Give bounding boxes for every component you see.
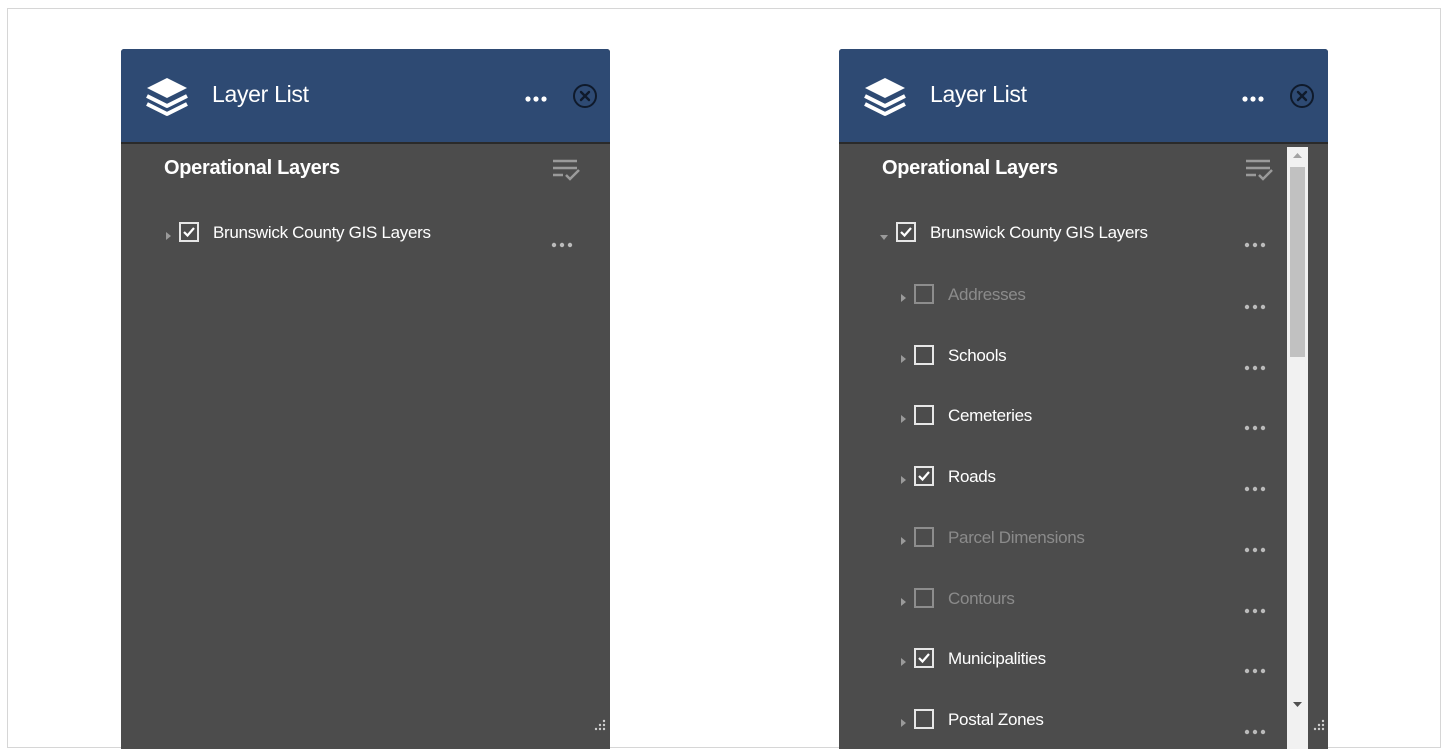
operational-layers-heading: Operational Layers: [164, 157, 340, 179]
vertical-scrollbar[interactable]: [1287, 147, 1308, 749]
layer-checkbox[interactable]: [896, 222, 916, 242]
resize-grip-icon[interactable]: [1311, 719, 1325, 733]
expand-arrow-icon[interactable]: [900, 594, 908, 606]
scroll-down-arrow-icon[interactable]: [1287, 695, 1308, 713]
filter-list-icon[interactable]: [551, 157, 581, 183]
more-options-icon[interactable]: [523, 91, 549, 102]
layers-icon: [143, 76, 191, 118]
sublayer-row[interactable]: Parcel Dimensions: [839, 520, 1328, 560]
sublayer-more-icon[interactable]: [1243, 298, 1267, 310]
sublayer-checkbox[interactable]: [914, 345, 934, 365]
sublayer-more-icon[interactable]: [1243, 602, 1267, 614]
expand-arrow-icon[interactable]: [900, 654, 908, 666]
resize-grip-icon[interactable]: [592, 719, 606, 733]
panel-header: Layer List: [121, 49, 610, 144]
operational-layers-heading: Operational Layers: [882, 157, 1058, 179]
expand-arrow-icon[interactable]: [900, 472, 908, 484]
sublayer-label[interactable]: Municipalities: [948, 649, 1046, 669]
sublayer-label[interactable]: Postal Zones: [948, 710, 1044, 730]
sublayer-more-icon[interactable]: [1243, 662, 1267, 674]
layers-icon: [861, 76, 909, 118]
expand-arrow-icon[interactable]: [165, 228, 173, 240]
filter-list-icon[interactable]: [1244, 157, 1274, 183]
sublayer-label[interactable]: Cemeteries: [948, 406, 1032, 426]
layer-label[interactable]: Brunswick County GIS Layers: [213, 223, 431, 243]
layer-row-brunswick[interactable]: Brunswick County GIS Layers: [839, 216, 1328, 256]
collapse-arrow-icon[interactable]: [879, 229, 888, 240]
more-options-icon[interactable]: [1240, 91, 1266, 102]
sublayer-label[interactable]: Roads: [948, 467, 996, 487]
sublayer-row[interactable]: Postal Zones: [839, 702, 1328, 742]
layer-list-panel-expanded: Layer List Operational Layers Brunswick …: [839, 49, 1328, 749]
sublayer-row[interactable]: Schools: [839, 338, 1328, 378]
layer-label[interactable]: Brunswick County GIS Layers: [930, 223, 1148, 243]
expand-arrow-icon[interactable]: [900, 411, 908, 423]
sublayer-checkbox[interactable]: [914, 709, 934, 729]
scroll-up-arrow-icon[interactable]: [1287, 147, 1308, 165]
sublayer-label[interactable]: Schools: [948, 346, 1007, 366]
expand-arrow-icon[interactable]: [900, 351, 908, 363]
sublayer-row[interactable]: Cemeteries: [839, 398, 1328, 438]
sublayer-row[interactable]: Municipalities: [839, 641, 1328, 681]
sublayer-more-icon[interactable]: [1243, 541, 1267, 553]
sublayer-checkbox[interactable]: [914, 527, 934, 547]
expand-arrow-icon[interactable]: [900, 533, 908, 545]
sublayer-label[interactable]: Addresses: [948, 285, 1026, 305]
layer-more-icon[interactable]: [1243, 236, 1267, 248]
sublayer-checkbox[interactable]: [914, 466, 934, 486]
sublayer-label[interactable]: Contours: [948, 589, 1015, 609]
sublayer-row[interactable]: Contours: [839, 581, 1328, 621]
sublayer-checkbox[interactable]: [914, 588, 934, 608]
sublayer-more-icon[interactable]: [1243, 723, 1267, 735]
expand-arrow-icon[interactable]: [900, 290, 908, 302]
panel-title: Layer List: [212, 81, 309, 107]
sublayer-more-icon[interactable]: [1243, 419, 1267, 431]
sublayer-checkbox[interactable]: [914, 284, 934, 304]
layer-checkbox[interactable]: [179, 222, 199, 242]
sublayer-checkbox[interactable]: [914, 648, 934, 668]
sublayer-checkbox[interactable]: [914, 405, 934, 425]
scrollbar-thumb[interactable]: [1290, 167, 1305, 357]
sublayer-more-icon[interactable]: [1243, 359, 1267, 371]
panel-header: Layer List: [839, 49, 1328, 144]
layer-more-icon[interactable]: [550, 236, 574, 248]
sublayer-more-icon[interactable]: [1243, 480, 1267, 492]
close-icon[interactable]: [1289, 83, 1315, 109]
expand-arrow-icon[interactable]: [900, 715, 908, 727]
panel-title: Layer List: [930, 81, 1027, 107]
sublayer-row[interactable]: Roads: [839, 459, 1328, 499]
layer-row-brunswick[interactable]: Brunswick County GIS Layers: [121, 216, 610, 256]
sublayer-label[interactable]: Parcel Dimensions: [948, 528, 1085, 548]
close-icon[interactable]: [572, 83, 598, 109]
sublayer-row[interactable]: Addresses: [839, 277, 1328, 317]
layer-list-panel-collapsed: Layer List Operational Layers Brunswick …: [121, 49, 610, 749]
